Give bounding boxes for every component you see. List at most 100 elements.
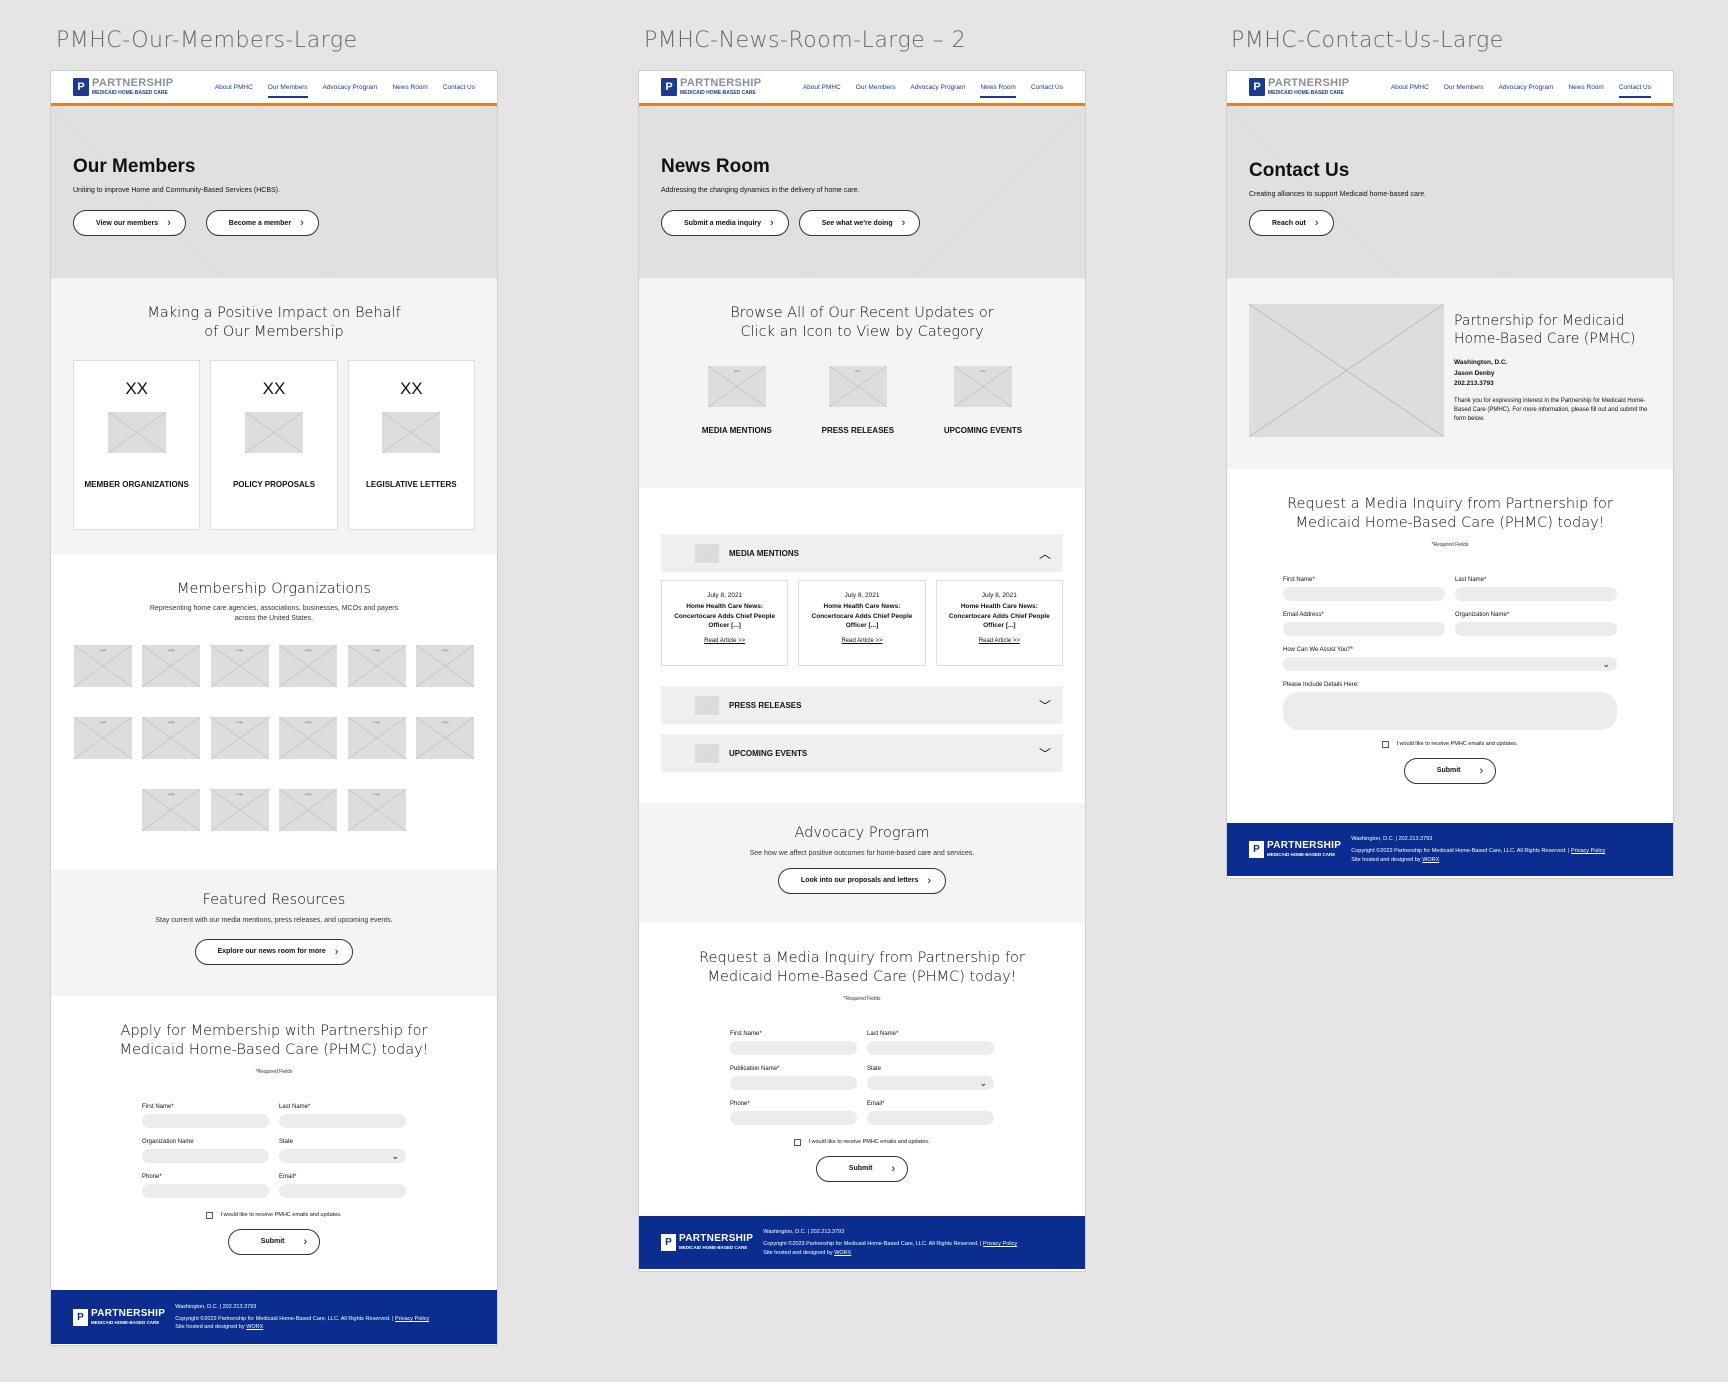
proposals-button[interactable]: Look into our proposals and letters ›: [777, 867, 947, 894]
site-logo[interactable]: P PARTNERSHIP MEDICAID HOME-BASED CARE: [73, 78, 173, 96]
submit-button[interactable]: Submit ›: [815, 1155, 909, 1182]
hero: News Room Addressing the changing dynami…: [639, 106, 1085, 278]
read-article-link[interactable]: Read Article >>: [799, 637, 924, 646]
email-input[interactable]: [279, 1183, 406, 1198]
member-logo[interactable]: Logo: [142, 789, 201, 832]
email-input[interactable]: [1283, 621, 1445, 636]
state-select[interactable]: ⌄: [279, 1148, 406, 1163]
category-press[interactable]: Icon PRESS RELEASES: [822, 365, 894, 436]
member-logo[interactable]: Logo: [347, 645, 406, 688]
site-logo[interactable]: P PARTNERSHIP MEDICAID HOME-BASED CARE: [661, 78, 761, 96]
stat-card[interactable]: XX LEGISLATIVE LETTERS: [347, 359, 475, 530]
first-name-input[interactable]: [142, 1113, 269, 1128]
view-members-button[interactable]: View our members ›: [73, 210, 186, 236]
first-name-input[interactable]: [1283, 586, 1445, 601]
member-logo[interactable]: Logo: [347, 717, 406, 760]
read-article-link[interactable]: Read Article >>: [662, 637, 787, 646]
member-logo[interactable]: Logo: [416, 645, 475, 688]
see-work-button[interactable]: See what we're doing ›: [798, 210, 921, 236]
nav-about[interactable]: About PMHC: [803, 80, 841, 95]
nav-members[interactable]: Our Members: [1444, 80, 1484, 95]
state-select[interactable]: ⌄: [867, 1075, 994, 1090]
publication-input[interactable]: [730, 1075, 857, 1090]
member-logo[interactable]: Logo: [416, 717, 475, 760]
accordion-events[interactable]: UPCOMING EVENTS ﹀: [661, 734, 1063, 772]
org-name-input[interactable]: [142, 1148, 269, 1163]
chevron-right-icon: ›: [303, 1235, 308, 1248]
last-name-input[interactable]: [279, 1113, 406, 1128]
privacy-link[interactable]: Privacy Policy: [983, 1241, 1017, 1247]
nav-advocacy[interactable]: Advocacy Program: [911, 80, 966, 95]
worx-link[interactable]: WORX: [834, 1250, 851, 1256]
site-logo[interactable]: P PARTNERSHIP MEDICAID HOME-BASED CARE: [1249, 78, 1349, 96]
frame-label-news: PMHC-News-Room-Large – 2: [644, 28, 967, 53]
member-logo[interactable]: Logo: [73, 717, 132, 760]
member-logo[interactable]: Logo: [210, 717, 269, 760]
nav-members[interactable]: Our Members: [267, 80, 308, 98]
nav-advocacy[interactable]: Advocacy Program: [323, 80, 378, 95]
orgs-title: Membership Organizations: [177, 581, 371, 597]
nav-about[interactable]: About PMHC: [1391, 80, 1429, 95]
submit-button[interactable]: Submit ›: [1403, 757, 1497, 784]
category-events[interactable]: Icon UPCOMING EVENTS: [944, 365, 1022, 436]
member-logo[interactable]: Logo: [210, 645, 269, 688]
nav-news[interactable]: News Room: [980, 80, 1017, 98]
member-logo[interactable]: Logo: [142, 717, 201, 760]
nav-members[interactable]: Our Members: [856, 80, 896, 95]
member-logo[interactable]: Logo: [73, 645, 132, 688]
optin-checkbox[interactable]: [1382, 740, 1390, 748]
phone-input[interactable]: [142, 1183, 269, 1198]
news-card[interactable]: July 8, 2021 Home Health Care News: Conce…: [935, 580, 1063, 666]
worx-link[interactable]: WORX: [246, 1324, 263, 1330]
member-logo[interactable]: Logo: [279, 717, 338, 760]
footer-logo[interactable]: P PARTNERSHIP MEDICAID HOME-BASED CARE: [661, 1234, 753, 1251]
details-textarea[interactable]: [1283, 691, 1617, 730]
phone-input[interactable]: [730, 1110, 857, 1125]
first-name-input[interactable]: [730, 1040, 857, 1055]
top-nav: P PARTNERSHIP MEDICAID HOME-BASED CARE Ab…: [51, 71, 497, 106]
optin-checkbox[interactable]: [794, 1138, 802, 1146]
assist-select[interactable]: ⌄: [1283, 656, 1617, 671]
member-logo[interactable]: Logo: [210, 789, 269, 832]
top-nav: P PARTNERSHIP MEDICAID HOME-BASED CARE Ab…: [1227, 71, 1673, 106]
category-media[interactable]: Icon MEDIA MENTIONS: [702, 365, 772, 436]
stat-card[interactable]: XX POLICY PROPOSALS: [210, 359, 338, 530]
nav-news[interactable]: News Room: [1568, 80, 1603, 95]
member-logo[interactable]: Logo: [279, 645, 338, 688]
member-logo[interactable]: Logo: [279, 789, 338, 832]
footer-logo[interactable]: P PARTNERSHIP MEDICAID HOME-BASED CARE: [73, 1308, 165, 1326]
submit-button[interactable]: Submit ›: [227, 1228, 321, 1255]
member-logo[interactable]: Logo: [142, 645, 201, 688]
privacy-link[interactable]: Privacy Policy: [395, 1316, 429, 1322]
email-input[interactable]: [867, 1110, 994, 1125]
optin-checkbox[interactable]: [206, 1211, 214, 1219]
accordion-media[interactable]: MEDIA MENTIONS ︿: [661, 534, 1063, 572]
chevron-right-icon: ›: [167, 217, 171, 229]
media-inquiry-button[interactable]: Submit a media inquiry ›: [661, 210, 789, 236]
news-card[interactable]: July 8, 2021 Home Health Care News: Conce…: [798, 580, 926, 666]
nav-news[interactable]: News Room: [392, 80, 427, 95]
nav-about[interactable]: About PMHC: [215, 80, 253, 95]
last-name-input[interactable]: [867, 1040, 994, 1055]
advocacy-section: Advocacy Program See how we affect posit…: [639, 803, 1085, 923]
read-article-link[interactable]: Read Article >>: [937, 637, 1062, 646]
news-card[interactable]: July 8, 2021 Home Health Care News: Conce…: [661, 580, 789, 666]
chevron-right-icon: ›: [334, 945, 339, 958]
privacy-link[interactable]: Privacy Policy: [1571, 848, 1605, 854]
nav-contact[interactable]: Contact Us: [1618, 80, 1652, 98]
org-name-input[interactable]: [1455, 621, 1617, 636]
hero-subtitle: Uniting to improve Home and Community-Ba…: [73, 187, 280, 194]
nav-advocacy[interactable]: Advocacy Program: [1499, 80, 1554, 95]
accordion-press[interactable]: PRESS RELEASES ﹀: [661, 686, 1063, 724]
last-name-input[interactable]: [1455, 586, 1617, 601]
member-logo[interactable]: Logo: [347, 789, 406, 832]
orgs-subtitle: Representing home care agencies, associa…: [149, 604, 399, 622]
reach-out-button[interactable]: Reach out ›: [1249, 210, 1334, 236]
nav-contact[interactable]: Contact Us: [443, 80, 475, 95]
become-member-button[interactable]: Become a member ›: [205, 210, 319, 236]
footer-logo[interactable]: P PARTNERSHIP MEDICAID HOME-BASED CARE: [1249, 841, 1341, 858]
explore-news-button[interactable]: Explore our news room for more ›: [194, 938, 354, 965]
worx-link[interactable]: WORX: [1422, 857, 1439, 863]
stat-card[interactable]: XX MEMBER ORGANIZATIONS: [73, 359, 201, 530]
nav-contact[interactable]: Contact Us: [1031, 80, 1063, 95]
